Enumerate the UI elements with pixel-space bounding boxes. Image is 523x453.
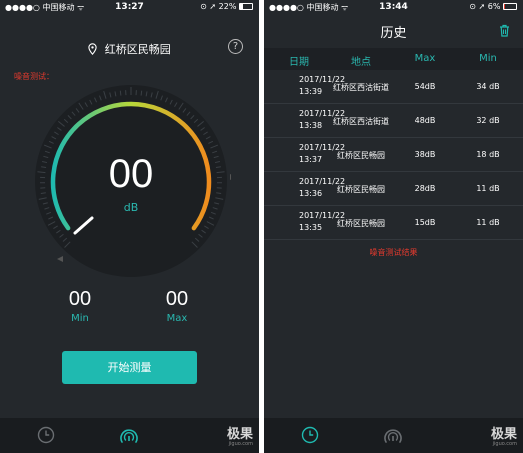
jiguo-watermark: 极果 jiguo.com [226, 427, 253, 447]
row-min: 11 dB [476, 184, 500, 193]
row-min: 11 dB [476, 218, 500, 227]
row-place: 红桥区西沽街道 [333, 117, 389, 126]
row-place: 红桥区民畅园 [337, 151, 385, 160]
battery-status: ⊙ ➚ 6% [469, 2, 517, 11]
tab-bar: 极果 jiguo.com [0, 418, 259, 453]
help-icon[interactable]: ? [228, 39, 243, 54]
row-time: 13:39 [299, 87, 323, 96]
history-tab-clock-icon[interactable] [301, 426, 319, 444]
max-label: Max [166, 313, 188, 324]
row-time: 13:37 [299, 155, 323, 164]
history-row[interactable]: 2017/11/22 13:37 红桥区民畅园 38dB 18 dB [264, 138, 523, 172]
row-max: 54dB [414, 82, 436, 91]
gauge-tick [140, 90, 143, 96]
battery-status: ⊙ ➚ 22% [200, 2, 253, 11]
decibel-reading: 00 [108, 152, 154, 196]
history-row[interactable]: 2017/11/22 13:39 红桥区西沽街道 54dB 34 dB [264, 70, 523, 104]
trash-icon[interactable] [499, 24, 510, 37]
row-place: 红桥区民畅园 [337, 185, 385, 194]
row-min: 34 dB [476, 82, 500, 91]
row-place: 红桥区西沽街道 [333, 83, 389, 92]
row-min: 32 dB [476, 116, 500, 125]
start-measure-button[interactable]: 开始测量 [62, 351, 197, 384]
measure-tab-gauge-icon[interactable] [119, 426, 139, 444]
noise-result-label: 噪音测试结果 [369, 248, 418, 257]
battery-icon [503, 3, 517, 10]
column-min: Min [479, 53, 497, 64]
row-time: 13:36 [299, 189, 323, 198]
row-place: 红桥区民畅园 [337, 219, 385, 228]
status-bar: ●●●●○ 中国移动 ᯤ 13:27 ⊙ ➚ 22% [0, 0, 259, 14]
tab-bar: 极果 jiguo.com [264, 418, 523, 453]
location-label: 红桥区民畅园 [0, 41, 259, 57]
gauge-tick [119, 90, 122, 96]
history-screen: ●●●●○ 中国移动 ᯤ 13:44 ⊙ ➚ 6% 历史 日期 地点 Max M… [264, 0, 523, 453]
column-place: 地点 [351, 57, 371, 68]
history-row[interactable]: 2017/11/22 13:38 红桥区西沽街道 48dB 32 dB [264, 104, 523, 138]
row-min: 18 dB [476, 150, 500, 159]
history-tab-clock-icon[interactable] [37, 426, 55, 444]
jiguo-watermark: 极果 jiguo.com [490, 427, 517, 447]
status-bar: ●●●●○ 中国移动 ᯤ 13:44 ⊙ ➚ 6% [264, 0, 523, 14]
min-stat: 00 Min [55, 288, 105, 324]
row-time: 13:38 [299, 121, 323, 130]
history-row[interactable]: 2017/11/22 13:35 红桥区民畅园 15dB 11 dB [264, 206, 523, 240]
page-title: 历史 [380, 26, 407, 41]
measure-screen: ●●●●○ 中国移动 ᯤ 13:27 ⊙ ➚ 22% 红桥区民畅园 ? 噪音测试… [0, 0, 259, 453]
location-pin-icon [88, 43, 97, 55]
row-max: 15dB [414, 218, 436, 227]
gauge-left-marker-icon [57, 256, 63, 262]
row-max: 28dB [414, 184, 436, 193]
history-row[interactable]: 2017/11/22 13:36 红桥区民畅园 28dB 11 dB [264, 172, 523, 206]
measure-tab-gauge-icon[interactable] [383, 426, 403, 444]
max-value: 00 [165, 288, 189, 310]
decibel-unit: dB [123, 201, 139, 214]
min-label: Min [71, 313, 89, 324]
column-max: Max [414, 53, 436, 64]
history-table-header: 日期 地点 Max Min [264, 48, 523, 70]
row-max: 48dB [414, 116, 436, 125]
location-text: 红桥区民畅园 [104, 43, 171, 56]
max-stat: 00 Max [152, 288, 202, 324]
column-date: 日期 [289, 57, 309, 68]
row-time: 13:35 [299, 223, 323, 232]
min-value: 00 [68, 288, 92, 310]
battery-icon [239, 3, 253, 10]
row-max: 38dB [414, 150, 436, 159]
